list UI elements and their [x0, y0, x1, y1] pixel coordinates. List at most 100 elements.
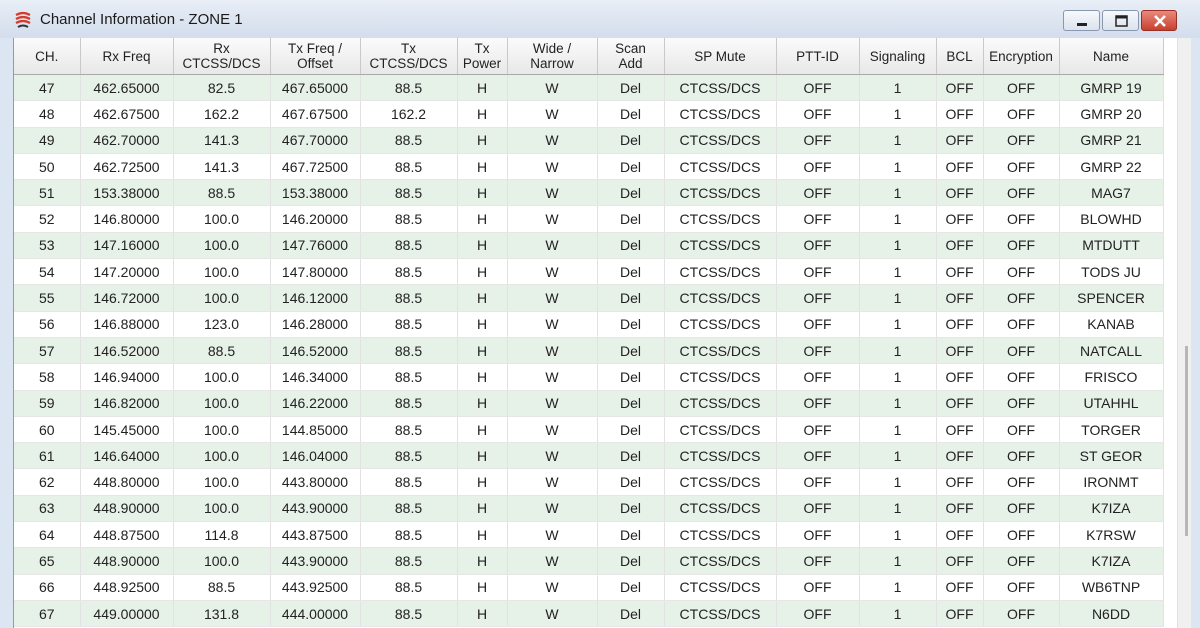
table-cell[interactable]: 88.5: [360, 258, 458, 286]
table-cell[interactable]: OFF: [983, 258, 1060, 286]
table-cell[interactable]: OFF: [983, 153, 1060, 181]
table-cell[interactable]: OFF: [983, 468, 1060, 496]
table-cell[interactable]: 88.5: [360, 495, 458, 523]
table-row[interactable]: 56 146.88000 123.0 146.28000 88.5 H W Del CTCSS/…: [14, 311, 1164, 338]
table-cell[interactable]: OFF: [936, 468, 984, 496]
table-cell[interactable]: 123.0: [173, 311, 271, 338]
table-cell[interactable]: 467.72500: [270, 153, 361, 181]
table-cell[interactable]: OFF: [936, 179, 984, 207]
table-cell[interactable]: CTCSS/DCS: [664, 600, 777, 628]
table-cell[interactable]: CTCSS/DCS: [664, 205, 777, 233]
table-cell[interactable]: OFF: [983, 179, 1060, 207]
table-cell[interactable]: GMRP 19: [1059, 74, 1164, 102]
table-cell[interactable]: 146.20000: [270, 205, 361, 233]
table-cell[interactable]: GMRP 21: [1059, 127, 1164, 154]
table-cell[interactable]: 1: [859, 468, 937, 496]
table-row[interactable]: 47 462.65000 82.5 467.65000 88.5 H W Del CTCSS/D…: [14, 74, 1164, 102]
title-bar[interactable]: Channel Information - ZONE 1: [0, 0, 1200, 38]
table-cell[interactable]: OFF: [936, 600, 984, 628]
table-cell[interactable]: 58: [14, 363, 81, 391]
table-cell[interactable]: OFF: [936, 363, 984, 391]
table-cell[interactable]: 162.2: [173, 100, 271, 128]
table-cell[interactable]: H: [457, 127, 508, 154]
table-cell[interactable]: 50: [14, 153, 81, 181]
table-cell[interactable]: 88.5: [360, 179, 458, 207]
table-cell[interactable]: 100.0: [173, 547, 271, 575]
table-cell[interactable]: 1: [859, 74, 937, 102]
table-cell[interactable]: 448.90000: [80, 547, 174, 575]
close-button[interactable]: [1141, 10, 1177, 31]
table-cell[interactable]: 62: [14, 468, 81, 496]
table-cell[interactable]: 60: [14, 416, 81, 444]
table-cell[interactable]: K7IZA: [1059, 547, 1164, 575]
table-cell[interactable]: Del: [597, 416, 665, 444]
table-cell[interactable]: Del: [597, 337, 665, 365]
table-cell[interactable]: OFF: [936, 153, 984, 181]
table-cell[interactable]: 88.5: [360, 600, 458, 628]
table-cell[interactable]: Del: [597, 127, 665, 154]
table-cell[interactable]: 147.16000: [80, 232, 174, 260]
table-cell[interactable]: OFF: [983, 390, 1060, 417]
table-cell[interactable]: 467.67500: [270, 100, 361, 128]
table-cell[interactable]: 141.3: [173, 153, 271, 181]
table-cell[interactable]: GMRP 20: [1059, 100, 1164, 128]
table-cell[interactable]: W: [507, 232, 598, 260]
table-cell[interactable]: 82.5: [173, 74, 271, 102]
vertical-scrollbar[interactable]: [1177, 38, 1191, 628]
table-cell[interactable]: 88.5: [173, 337, 271, 365]
table-cell[interactable]: H: [457, 521, 508, 549]
table-cell[interactable]: 443.87500: [270, 521, 361, 549]
table-cell[interactable]: H: [457, 258, 508, 286]
table-cell[interactable]: 147.80000: [270, 258, 361, 286]
table-cell[interactable]: OFF: [776, 284, 860, 312]
column-header[interactable]: CH.: [14, 38, 81, 75]
table-cell[interactable]: 47: [14, 74, 81, 102]
table-cell[interactable]: H: [457, 284, 508, 312]
table-cell[interactable]: 88.5: [360, 363, 458, 391]
table-cell[interactable]: Del: [597, 205, 665, 233]
table-cell[interactable]: CTCSS/DCS: [664, 416, 777, 444]
table-cell[interactable]: OFF: [983, 74, 1060, 102]
table-cell[interactable]: OFF: [776, 547, 860, 575]
column-header[interactable]: Rx Freq: [80, 38, 174, 75]
table-cell[interactable]: 146.80000: [80, 205, 174, 233]
table-cell[interactable]: Del: [597, 311, 665, 338]
table-row[interactable]: 49 462.70000 141.3 467.70000 88.5 H W Del CTCSS/…: [14, 127, 1164, 154]
table-cell[interactable]: 51: [14, 179, 81, 207]
table-cell[interactable]: 146.72000: [80, 284, 174, 312]
table-cell[interactable]: OFF: [936, 100, 984, 128]
table-cell[interactable]: W: [507, 468, 598, 496]
table-cell[interactable]: CTCSS/DCS: [664, 153, 777, 181]
table-cell[interactable]: Del: [597, 468, 665, 496]
table-cell[interactable]: W: [507, 495, 598, 523]
table-cell[interactable]: OFF: [983, 495, 1060, 523]
table-cell[interactable]: IRONMT: [1059, 468, 1164, 496]
table-cell[interactable]: W: [507, 179, 598, 207]
table-cell[interactable]: OFF: [983, 337, 1060, 365]
maximize-button[interactable]: [1102, 10, 1139, 31]
table-row[interactable]: 66 448.92500 88.5 443.92500 88.5 H W Del CTCSS/D…: [14, 574, 1164, 601]
table-cell[interactable]: OFF: [936, 205, 984, 233]
table-cell[interactable]: W: [507, 547, 598, 575]
table-cell[interactable]: CTCSS/DCS: [664, 521, 777, 549]
table-row[interactable]: 63 448.90000 100.0 443.90000 88.5 H W Del CTCSS/…: [14, 495, 1164, 523]
table-cell[interactable]: 1: [859, 600, 937, 628]
table-cell[interactable]: 1: [859, 547, 937, 575]
table-cell[interactable]: 88.5: [360, 390, 458, 417]
table-row[interactable]: 53 147.16000 100.0 147.76000 88.5 H W Del CTCSS/…: [14, 232, 1164, 260]
table-cell[interactable]: OFF: [776, 390, 860, 417]
table-cell[interactable]: 448.90000: [80, 495, 174, 523]
column-header[interactable]: Tx Power: [457, 38, 508, 75]
table-cell[interactable]: CTCSS/DCS: [664, 179, 777, 207]
table-cell[interactable]: Del: [597, 284, 665, 312]
table-cell[interactable]: 88.5: [360, 468, 458, 496]
table-cell[interactable]: 1: [859, 100, 937, 128]
table-cell[interactable]: 1: [859, 284, 937, 312]
table-cell[interactable]: W: [507, 390, 598, 417]
table-cell[interactable]: H: [457, 574, 508, 601]
table-cell[interactable]: OFF: [776, 416, 860, 444]
table-cell[interactable]: 1: [859, 232, 937, 260]
table-cell[interactable]: 100.0: [173, 363, 271, 391]
table-cell[interactable]: Del: [597, 547, 665, 575]
table-cell[interactable]: CTCSS/DCS: [664, 363, 777, 391]
